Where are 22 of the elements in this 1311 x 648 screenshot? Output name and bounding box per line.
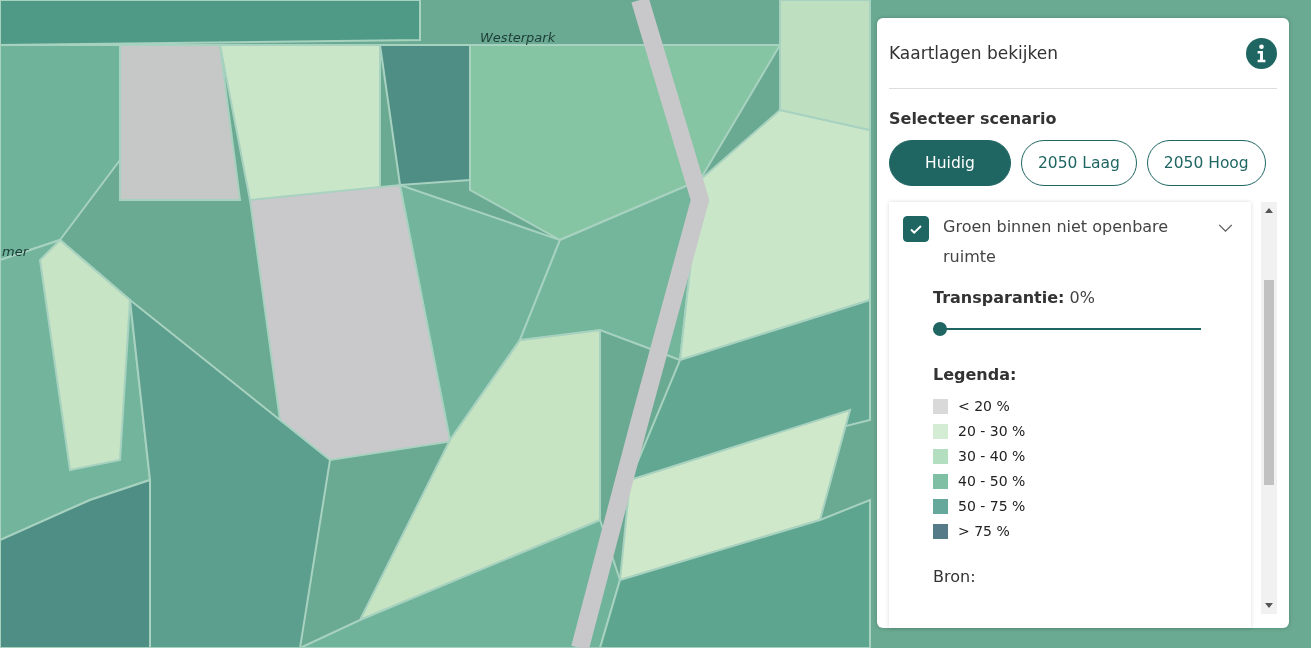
legend-label: 30 - 40 %	[958, 448, 1026, 464]
legend-label: 20 - 30 %	[958, 423, 1026, 439]
legend-label: > 75 %	[958, 523, 1010, 539]
layer-name: Groen binnen niet openbare ruimte	[943, 216, 1170, 268]
map-label: Westerpark	[480, 30, 556, 45]
chevron-icon[interactable]	[1218, 224, 1233, 233]
scenario-tab[interactable]: 2050 Laag	[1021, 140, 1137, 186]
scrollbar[interactable]	[1261, 202, 1277, 614]
scenario-tab[interactable]: 2050 Hoog	[1146, 140, 1266, 186]
scenario-heading: Selecteer scenario	[889, 109, 1058, 128]
source-label: Bron:	[933, 567, 977, 586]
legend-label: < 20 %	[958, 398, 1010, 414]
scenario-tab[interactable]: Huidig	[889, 140, 1011, 186]
legend-title: Legenda:	[933, 365, 1018, 384]
legend-label: 40 - 50 %	[958, 473, 1026, 489]
transparency-slider[interactable]	[933, 321, 1201, 337]
info-icon[interactable]	[1246, 37, 1277, 69]
panel-title: Kaartlagen bekijken	[889, 43, 1058, 63]
map-label: mer	[2, 244, 28, 259]
layer-checkbox[interactable]	[903, 216, 929, 242]
transparency-label: Transparantie: 0%	[933, 288, 1096, 307]
legend-label: 50 - 75 %	[958, 498, 1026, 514]
